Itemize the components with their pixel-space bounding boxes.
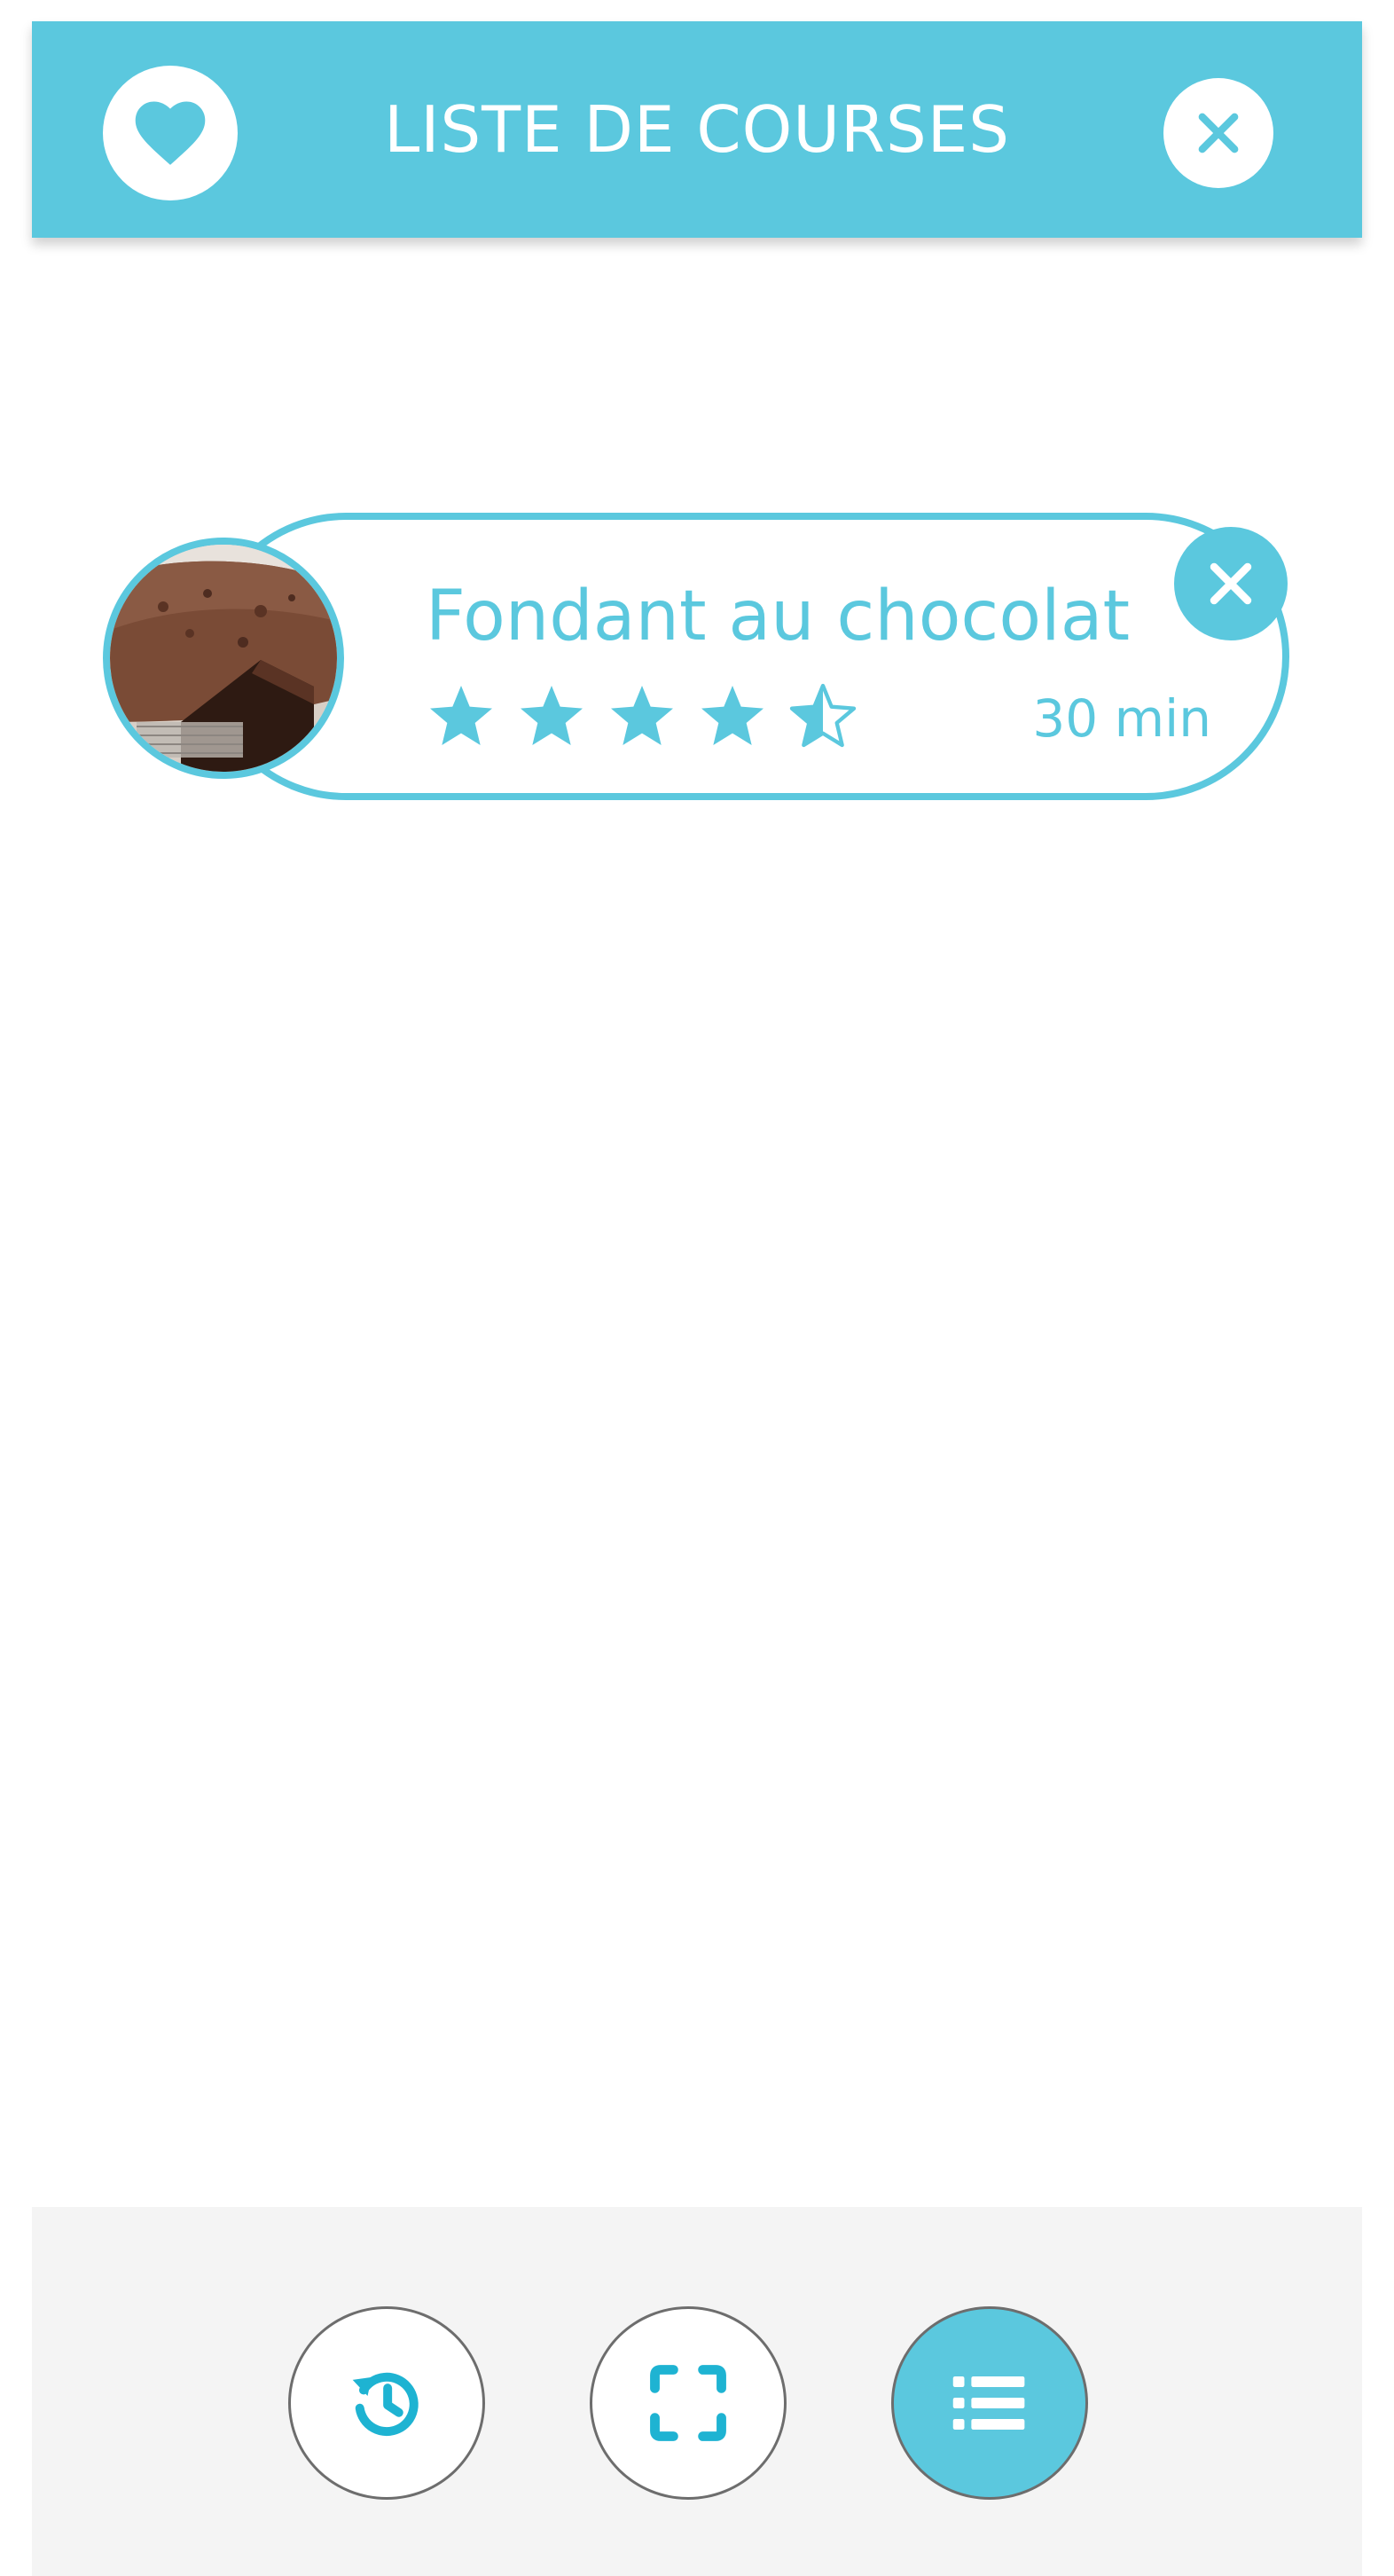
- scan-button[interactable]: [590, 2306, 787, 2500]
- recipe-title: Fondant au chocolat: [426, 577, 1131, 656]
- scan-icon: [650, 2365, 726, 2441]
- history-icon: [352, 2372, 419, 2437]
- list-icon: [952, 2376, 1025, 2430]
- favorites-button[interactable]: [103, 66, 238, 200]
- star-full-icon: [430, 686, 492, 745]
- shopping-list-button[interactable]: [891, 2306, 1088, 2500]
- close-button[interactable]: [1163, 78, 1273, 188]
- star-full-icon: [521, 686, 583, 745]
- heart-icon: [135, 101, 206, 165]
- recipe-duration: 30 min: [1032, 688, 1211, 749]
- star-half-icon: [789, 683, 857, 748]
- star-full-icon: [701, 686, 764, 745]
- app-root: LISTE DE COURSES Fondant au chocolat 30 …: [0, 0, 1394, 2576]
- recipe-thumbnail[interactable]: [103, 538, 344, 779]
- close-icon: [1198, 113, 1239, 153]
- header-bar: LISTE DE COURSES: [32, 21, 1362, 238]
- chocolate-cake-photo: [110, 545, 337, 772]
- rating-stars: [426, 679, 858, 754]
- close-icon: [1210, 562, 1252, 605]
- remove-recipe-button[interactable]: [1174, 527, 1288, 640]
- star-full-icon: [611, 686, 673, 745]
- history-button[interactable]: [288, 2306, 485, 2500]
